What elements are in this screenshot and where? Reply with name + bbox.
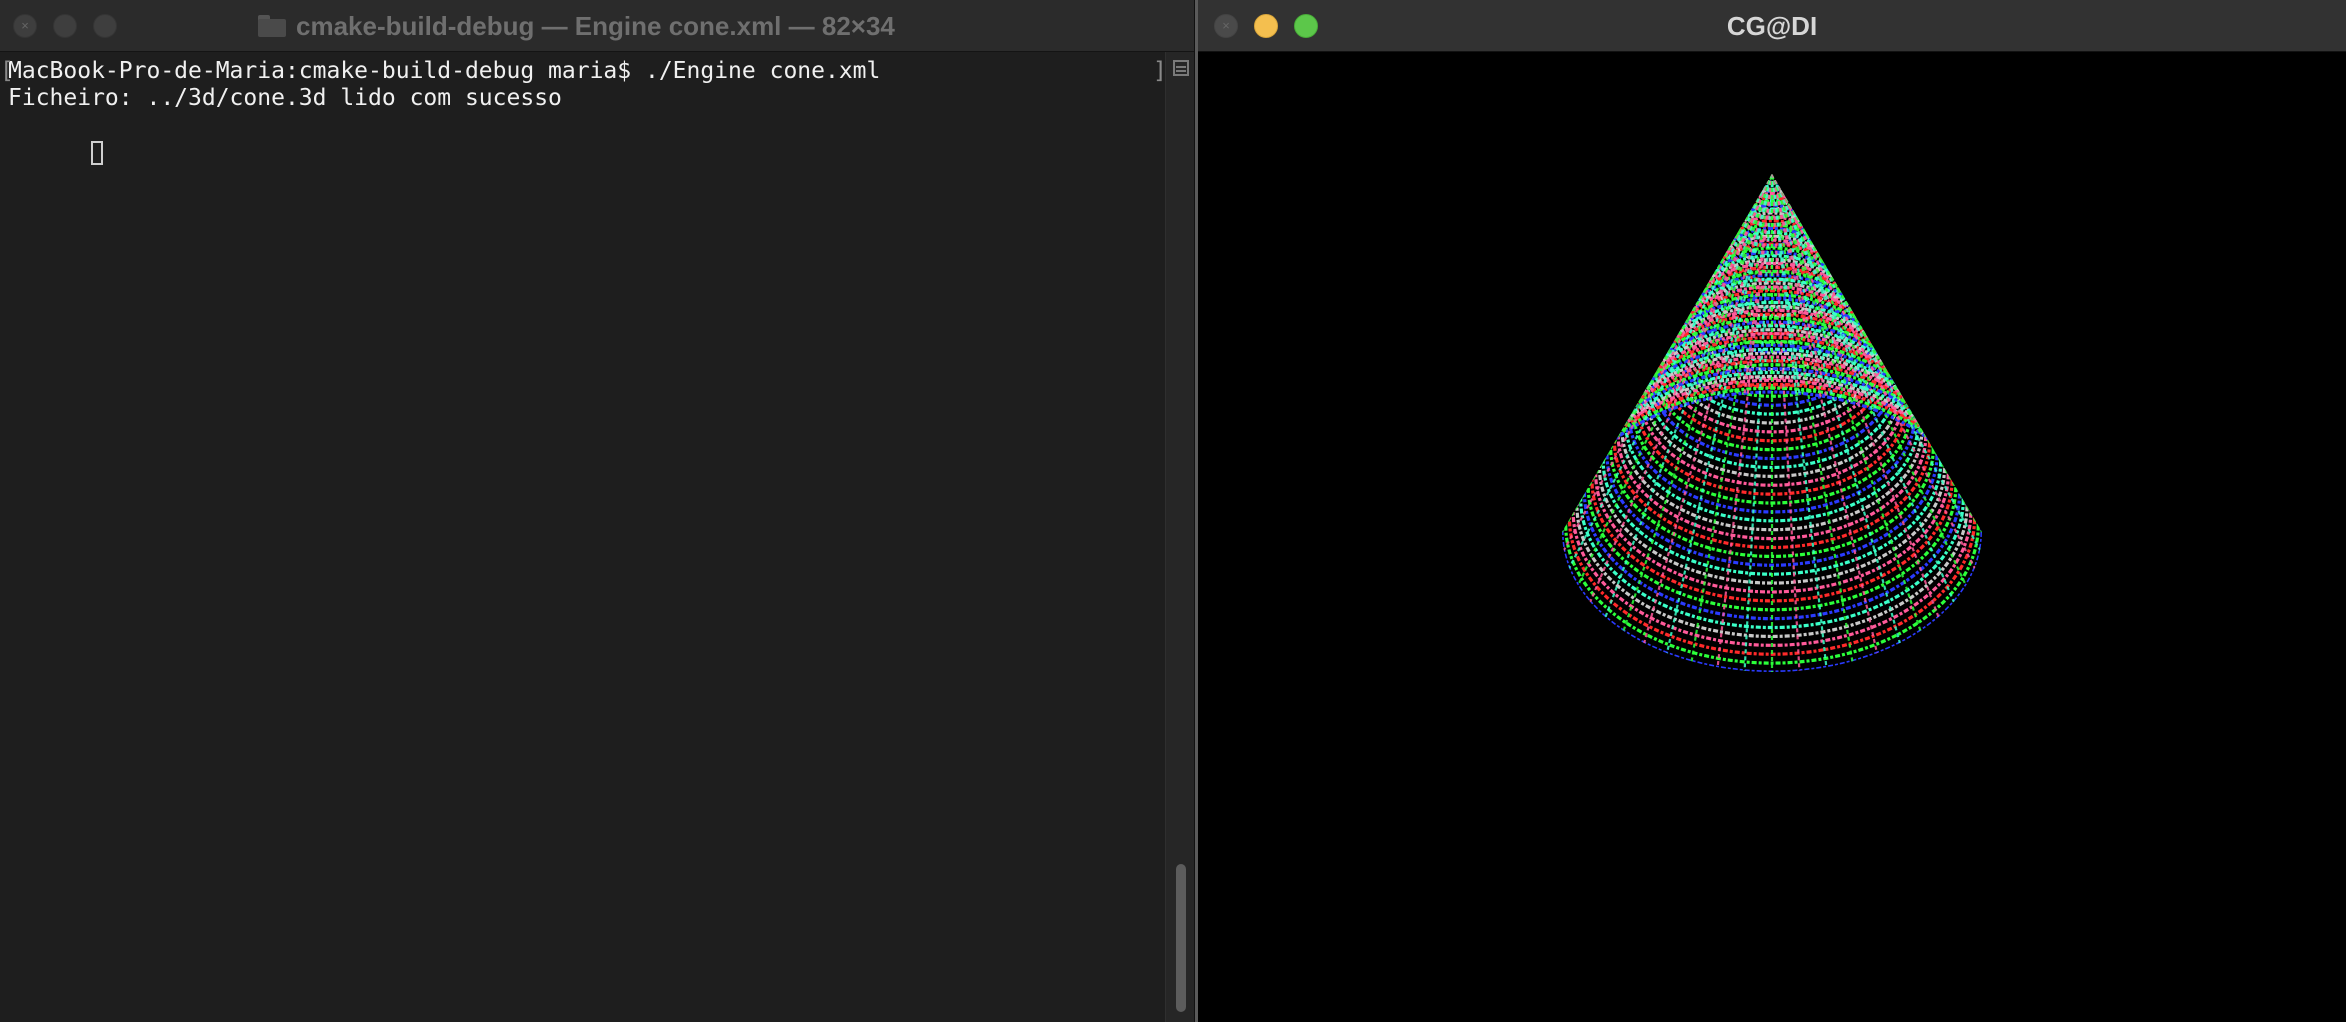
gl-titlebar[interactable]: × CG@DI: [1198, 0, 2346, 52]
text-cursor: [91, 140, 104, 165]
mark-bracket-left: [: [0, 58, 14, 84]
scrollbar-thumb[interactable]: [1176, 864, 1186, 1012]
gl-window-title: CG@DI: [1726, 11, 1818, 41]
terminal-title: cmake-build-debug — Engine cone.xml — 82…: [296, 10, 895, 41]
terminal-prompt-line: [8, 112, 1165, 165]
close-icon: ×: [21, 18, 29, 33]
terminal-output[interactable]: MacBook-Pro-de-Maria:cmake-build-debug m…: [0, 52, 1165, 1022]
scrollbar[interactable]: [1165, 52, 1194, 1022]
terminal-titlebar[interactable]: × cmake-build-debug — Engine cone.xml — …: [0, 0, 1194, 52]
terminal-line-output: Ficheiro: ../3d/cone.3d lido com sucesso: [8, 85, 562, 111]
maximize-button[interactable]: [93, 14, 117, 38]
opengl-window: × CG@DI: [1198, 0, 2346, 1022]
render-viewport[interactable]: [1198, 52, 2346, 1022]
minimize-button[interactable]: [53, 14, 77, 38]
split-pane-icon[interactable]: [1173, 60, 1189, 76]
terminal-line-command: MacBook-Pro-de-Maria:cmake-build-debug m…: [8, 58, 881, 84]
folder-icon: [258, 15, 286, 37]
close-button[interactable]: ×: [13, 14, 37, 38]
cone-render: [1198, 52, 2346, 1022]
terminal-title-area: cmake-build-debug — Engine cone.xml — 82…: [258, 10, 895, 42]
terminal-window: × cmake-build-debug — Engine cone.xml — …: [0, 0, 1195, 1022]
